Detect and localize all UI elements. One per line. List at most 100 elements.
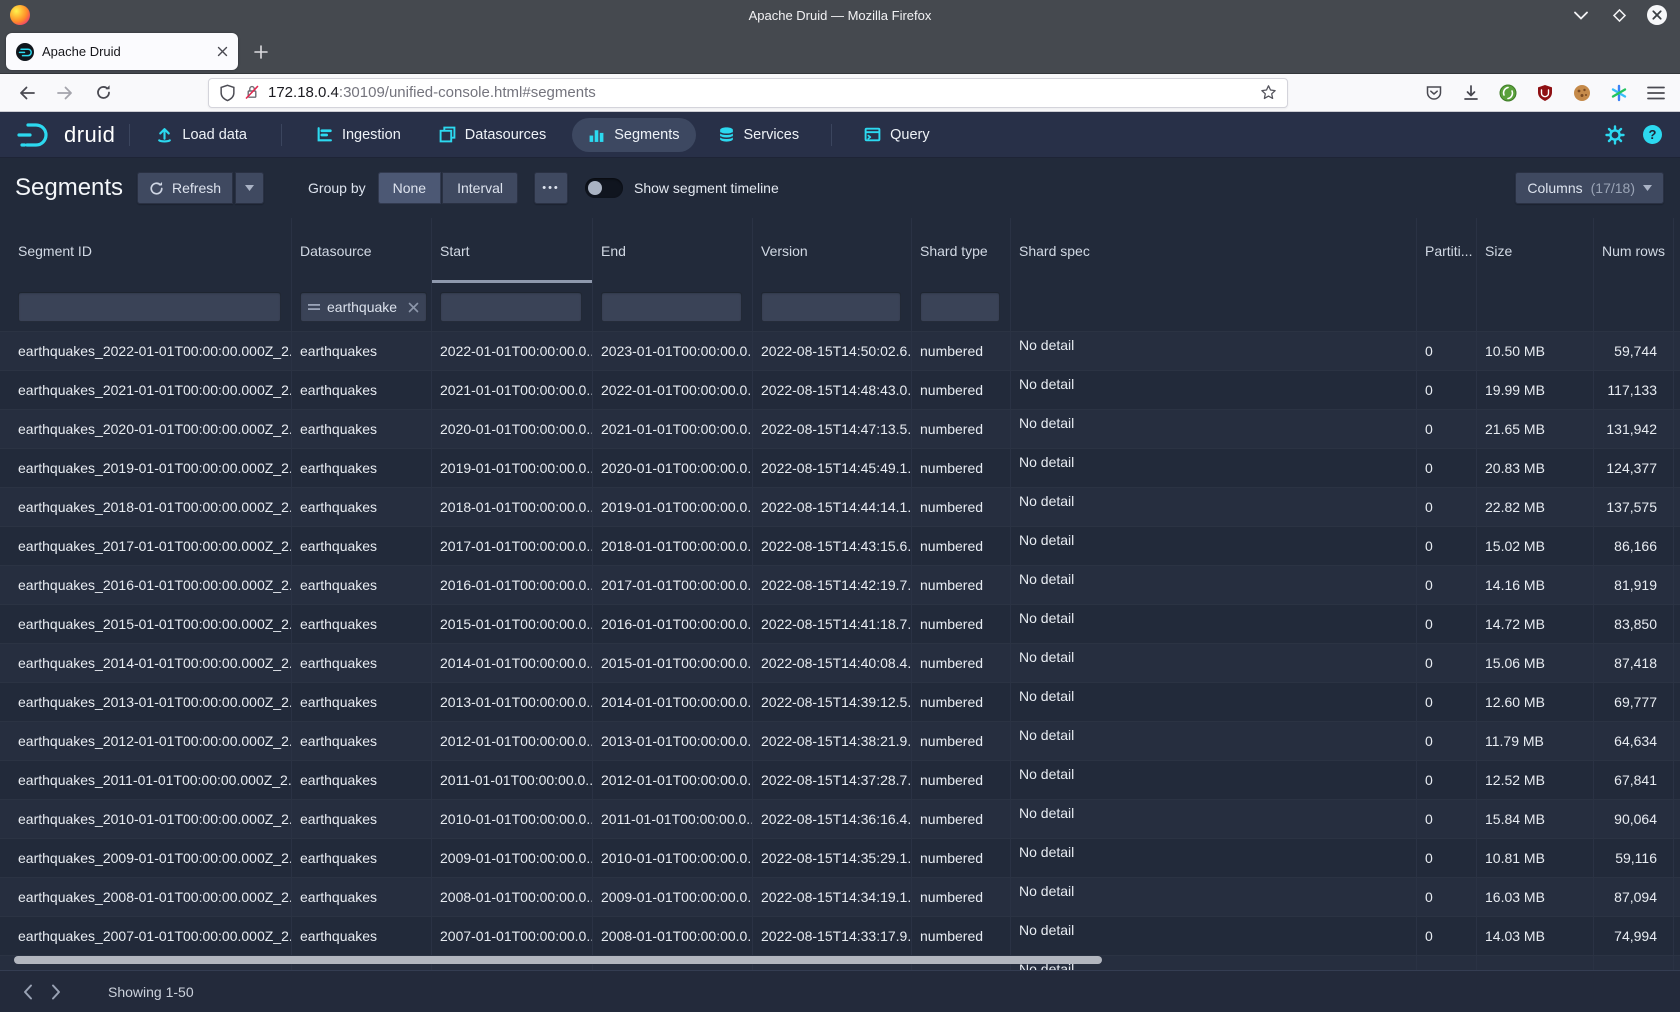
cell-datasource: earthquakes: [292, 371, 432, 409]
column-header-shard-type[interactable]: Shard type: [912, 218, 1011, 283]
reload-icon[interactable]: [92, 82, 114, 104]
previous-page-icon[interactable]: [14, 978, 42, 1006]
druid-logo[interactable]: druid: [16, 120, 115, 150]
cell-num-rows: 81,919: [1594, 566, 1674, 604]
datasource-filter-input[interactable]: earthquake: [300, 292, 427, 322]
bookmark-star-icon[interactable]: [1260, 84, 1277, 101]
start-filter-input[interactable]: [440, 292, 582, 322]
column-header-start[interactable]: Start: [432, 218, 593, 283]
end-filter-input[interactable]: [601, 292, 742, 322]
cell-shard-spec: No detail: [1011, 488, 1417, 526]
cell-num-rows: 74,994: [1594, 917, 1674, 955]
next-page-icon[interactable]: [42, 978, 70, 1006]
clear-filter-icon[interactable]: [408, 302, 419, 313]
group-by-label: Group by: [308, 180, 366, 196]
cell-partitioning: 0: [1417, 332, 1477, 370]
table-row: earthquakes_2010-01-01T00:00:00.000Z_2..…: [0, 799, 1680, 838]
back-icon[interactable]: [16, 82, 38, 104]
nav-item-segments[interactable]: Segments: [572, 118, 695, 152]
window-title: Apache Druid — Mozilla Firefox: [0, 8, 1680, 23]
shield-icon[interactable]: [219, 84, 236, 102]
gear-icon[interactable]: [1605, 125, 1625, 145]
more-options-button[interactable]: •••: [534, 172, 568, 204]
insecure-lock-icon[interactable]: [244, 84, 260, 101]
druid-brand-text: druid: [64, 122, 115, 148]
cell-size: 15.02 MB: [1477, 527, 1594, 565]
close-icon[interactable]: [1646, 4, 1668, 26]
column-header-size[interactable]: Size: [1477, 218, 1594, 283]
cell-end: 2012-01-01T00:00:00.0...: [593, 761, 753, 799]
group-by-none-button[interactable]: None: [378, 172, 441, 204]
cell-size: 10.81 MB: [1477, 839, 1594, 877]
column-header-datasource[interactable]: Datasource: [292, 218, 432, 283]
cell-num-rows: 87,094: [1594, 878, 1674, 916]
new-tab-button[interactable]: [246, 37, 276, 67]
pocket-icon[interactable]: [1424, 83, 1444, 103]
minimize-icon[interactable]: [1570, 4, 1592, 26]
refresh-button[interactable]: Refresh: [137, 172, 233, 204]
table-row: earthquakes_2017-01-01T00:00:00.000Z_2..…: [0, 526, 1680, 565]
cell-num-rows: 59,744: [1594, 332, 1674, 370]
nav-item-query[interactable]: Query: [852, 118, 942, 152]
group-by-interval-button[interactable]: Interval: [442, 172, 518, 204]
nav-item-load-data[interactable]: Load data: [144, 118, 259, 152]
shard-type-filter-input[interactable]: [920, 292, 1000, 322]
nav-item-services[interactable]: Services: [706, 118, 812, 152]
cell-shard-spec: No detail: [1011, 722, 1417, 760]
tab-apache-druid[interactable]: Apache Druid: [6, 33, 238, 70]
cell-num-rows: 87,418: [1594, 644, 1674, 682]
column-header-num-rows[interactable]: Num rows: [1594, 218, 1674, 283]
column-header-segment-id[interactable]: Segment ID: [0, 218, 292, 283]
cell-size: 10.50 MB: [1477, 332, 1594, 370]
cell-shard-type: numbered: [912, 410, 1011, 448]
downloads-icon[interactable]: [1461, 83, 1481, 103]
maximize-icon[interactable]: [1608, 4, 1630, 26]
version-filter-input[interactable]: [761, 292, 901, 322]
refresh-icon: [149, 181, 164, 196]
extension-asterisk-icon[interactable]: [1609, 83, 1629, 103]
column-header-shard-spec[interactable]: Shard spec: [1011, 218, 1417, 283]
nav-item-datasources[interactable]: Datasources: [427, 118, 558, 152]
horizontal-scrollbar[interactable]: [14, 956, 1102, 964]
url-text[interactable]: 172.18.0.4:30109/unified-console.html#se…: [268, 84, 1252, 101]
duplicate-icon: [439, 126, 456, 143]
cell-datasource: earthquakes: [292, 410, 432, 448]
segment-timeline-toggle[interactable]: [585, 178, 623, 198]
cell-start: 2007-01-01T00:00:00.0...: [432, 917, 593, 955]
column-header-version[interactable]: Version: [753, 218, 912, 283]
cell-version: 2022-08-15T14:37:28.7...: [753, 761, 912, 799]
table-row: earthquakes_2013-01-01T00:00:00.000Z_2..…: [0, 682, 1680, 721]
segment-id-filter-input[interactable]: [18, 292, 281, 322]
menu-hamburger-icon[interactable]: [1646, 83, 1666, 103]
column-header-end[interactable]: End: [593, 218, 753, 283]
druid-favicon: [16, 43, 34, 61]
ublock-icon[interactable]: [1535, 83, 1555, 103]
help-glyph: ?: [1643, 125, 1662, 144]
table-row: earthquakes_2007-01-01T00:00:00.000Z_2..…: [0, 916, 1680, 955]
group-by-segmented-control: None Interval: [378, 172, 518, 204]
refresh-split-button: Refresh: [137, 172, 264, 204]
table-row: earthquakes_2016-01-01T00:00:00.000Z_2..…: [0, 565, 1680, 604]
cell-end: 2015-01-01T00:00:00.0...: [593, 644, 753, 682]
forward-icon[interactable]: [54, 82, 76, 104]
tab-strip: Apache Druid: [0, 30, 1680, 74]
cell-size: 16.03 MB: [1477, 878, 1594, 916]
nav-item-ingestion[interactable]: Ingestion: [304, 118, 413, 152]
segments-view-header: Segments Refresh Group by None Interval …: [0, 158, 1680, 218]
cell-shard-type: numbered: [912, 917, 1011, 955]
cell-shard-spec: No detail: [1011, 371, 1417, 409]
cell-datasource: earthquakes: [292, 917, 432, 955]
cookie-extension-icon[interactable]: [1572, 83, 1592, 103]
columns-button[interactable]: Columns (17/18): [1515, 172, 1664, 204]
tab-close-icon[interactable]: [217, 46, 228, 57]
url-bar[interactable]: 172.18.0.4:30109/unified-console.html#se…: [208, 78, 1288, 108]
nav-item-label: Segments: [614, 127, 679, 143]
column-header-partitioning[interactable]: Partiti...: [1417, 218, 1477, 283]
help-icon[interactable]: ?: [1643, 125, 1662, 144]
extension-green-icon[interactable]: [1498, 83, 1518, 103]
refresh-dropdown-button[interactable]: [235, 172, 264, 204]
cell-datasource: earthquakes: [292, 683, 432, 721]
cell-shard-spec: No detail: [1011, 566, 1417, 604]
nav-item-label: Load data: [182, 127, 247, 143]
console-icon: [864, 126, 881, 143]
